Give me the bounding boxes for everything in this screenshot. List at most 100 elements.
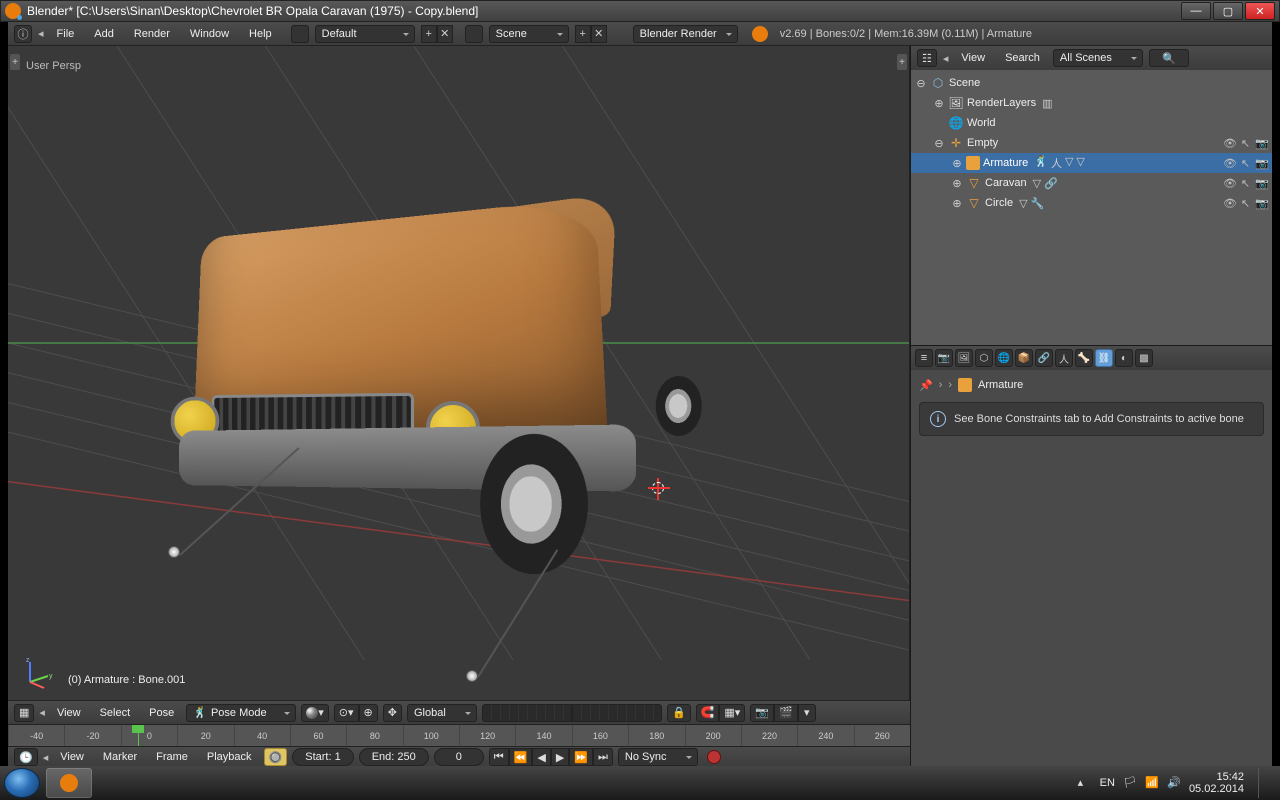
jump-start-button[interactable]: ⏮ bbox=[489, 748, 509, 766]
cursor-icon[interactable]: ↖ bbox=[1239, 137, 1252, 150]
tree-row-caravan[interactable]: ⊕ ▽ Caravan ▽🔗 👁↖📷 bbox=[911, 173, 1272, 193]
tree-toggle[interactable]: ⊕ bbox=[951, 197, 963, 210]
manipulator-toggle[interactable]: ✥ bbox=[383, 704, 402, 722]
frame-end-field[interactable]: End: 250 bbox=[359, 748, 429, 766]
editor-type-timeline-icon[interactable]: 🕒 bbox=[14, 748, 38, 766]
tray-volume-icon[interactable]: 🔊 bbox=[1167, 776, 1181, 790]
prop-tab-renderlayers[interactable]: 🖼 bbox=[955, 349, 973, 367]
pivot-point-dropdown[interactable]: ⊙▾ bbox=[334, 704, 359, 722]
screen-layout-dropdown[interactable]: Default bbox=[315, 25, 415, 43]
editor-type-3dview-icon[interactable]: ▦ bbox=[14, 704, 34, 722]
frame-start-field[interactable]: Start: 1 bbox=[292, 748, 353, 766]
prop-tab-constraints[interactable]: 🔗 bbox=[1035, 349, 1053, 367]
pin-icon[interactable]: 📌 bbox=[919, 379, 933, 392]
layout-delete-button[interactable]: ✕ bbox=[437, 25, 453, 43]
scene-add-button[interactable]: + bbox=[575, 25, 591, 43]
meshdata-icon[interactable]: ▽ bbox=[1033, 177, 1041, 190]
menu-window[interactable]: Window bbox=[183, 28, 236, 40]
outliner-collapse-toggle[interactable]: ◂ bbox=[943, 52, 949, 65]
jump-end-button[interactable]: ⏭ bbox=[593, 748, 613, 766]
show-desktop-button[interactable] bbox=[1258, 768, 1268, 798]
bone-handle-1[interactable] bbox=[168, 546, 180, 558]
render-icon[interactable]: 📷 bbox=[1255, 177, 1268, 190]
prop-tab-armature[interactable]: 人 bbox=[1055, 349, 1073, 367]
outliner-tree[interactable]: ⊖ ⬡ Scene ⊕ 🖼 RenderLayers ▥ 🌐 World bbox=[911, 70, 1272, 345]
timeline-menu-marker[interactable]: Marker bbox=[96, 751, 144, 763]
tray-network-icon[interactable]: 📶 bbox=[1145, 776, 1159, 790]
bone-handle-2[interactable] bbox=[466, 670, 478, 682]
tree-row-armature[interactable]: ⊕ Armature 🕺人▽▽ 👁↖📷 bbox=[911, 153, 1272, 173]
prop-tab-world[interactable]: 🌐 bbox=[995, 349, 1013, 367]
screen-layout-browse-icon[interactable] bbox=[291, 25, 309, 43]
manipulate-center-button[interactable]: ⊕ bbox=[359, 704, 378, 722]
tree-row-world[interactable]: 🌐 World bbox=[911, 113, 1272, 133]
tree-row-empty[interactable]: ⊖ ✛ Empty 👁↖📷 bbox=[911, 133, 1272, 153]
render-icon[interactable]: 📷 bbox=[1255, 157, 1268, 170]
tray-clock[interactable]: 15:42 05.02.2014 bbox=[1189, 771, 1244, 795]
viewport-shading-dropdown[interactable]: ▾ bbox=[301, 704, 329, 722]
mesh-icon[interactable]: ▽ bbox=[1076, 155, 1084, 171]
start-button[interactable] bbox=[4, 768, 40, 798]
snap-toggle[interactable]: 🧲 bbox=[696, 704, 720, 722]
outliner-search-field[interactable]: 🔍 bbox=[1149, 49, 1189, 67]
view3d-menu-select[interactable]: Select bbox=[93, 707, 138, 719]
cursor-icon[interactable]: ↖ bbox=[1239, 177, 1252, 190]
editor-type-outliner-icon[interactable]: ☷ bbox=[917, 49, 937, 67]
tree-toggle[interactable]: ⊕ bbox=[951, 157, 963, 170]
play-reverse-button[interactable]: ◀ bbox=[532, 748, 550, 766]
view3d-menu-view[interactable]: View bbox=[50, 707, 88, 719]
collapse-menus-toggle[interactable]: ◂ bbox=[38, 27, 44, 40]
3d-cursor[interactable] bbox=[648, 478, 670, 500]
key-next-button[interactable]: ⏩ bbox=[569, 748, 593, 766]
timeline-collapse-toggle[interactable]: ◂ bbox=[43, 751, 49, 764]
timeline-ruler[interactable]: -40-200204060801001201401601802002202402… bbox=[8, 725, 910, 747]
prop-tab-texture[interactable]: ▩ bbox=[1135, 349, 1153, 367]
opengl-anim-button[interactable]: 🎬 bbox=[774, 704, 798, 722]
timeline-playhead[interactable] bbox=[138, 725, 139, 746]
window-minimize-button[interactable]: — bbox=[1181, 2, 1211, 20]
tree-toggle[interactable]: ⊖ bbox=[915, 77, 927, 90]
window-maximize-button[interactable]: ▢ bbox=[1213, 2, 1243, 20]
prop-tab-render[interactable]: 📷 bbox=[935, 349, 953, 367]
material-icon[interactable]: 🔧 bbox=[1031, 197, 1045, 210]
tree-row-renderlayers[interactable]: ⊕ 🖼 RenderLayers ▥ bbox=[911, 93, 1272, 113]
eye-icon[interactable]: 👁 bbox=[1223, 137, 1236, 150]
outliner-menu-search[interactable]: Search bbox=[998, 52, 1047, 64]
tree-toggle[interactable]: ⊕ bbox=[951, 177, 963, 190]
transform-orientation-dropdown[interactable]: Global bbox=[407, 704, 477, 722]
prop-tab-material[interactable]: ◐ bbox=[1115, 349, 1133, 367]
prop-tab-scene[interactable]: ⬡ bbox=[975, 349, 993, 367]
opengl-render-button[interactable]: 📷 bbox=[750, 704, 774, 722]
snap-element-dropdown[interactable]: ▦▾ bbox=[719, 704, 745, 722]
mesh-icon[interactable]: ▽ bbox=[1065, 155, 1073, 171]
frame-current-field[interactable]: 0 bbox=[434, 748, 484, 766]
tree-toggle[interactable]: ⊕ bbox=[933, 97, 945, 110]
pose-icon[interactable]: 🕺 bbox=[1034, 155, 1048, 171]
opengl-options-dropdown[interactable]: ▾ bbox=[798, 704, 816, 722]
eye-icon[interactable]: 👁 bbox=[1223, 157, 1236, 170]
prop-tab-bone[interactable]: 🦴 bbox=[1075, 349, 1093, 367]
outliner-display-dropdown[interactable]: All Scenes bbox=[1053, 49, 1143, 67]
menu-file[interactable]: File bbox=[50, 28, 82, 40]
timeline-menu-view[interactable]: View bbox=[53, 751, 91, 763]
3d-viewport[interactable]: + + User Persp bbox=[8, 46, 910, 700]
prop-tab-boneconstraints[interactable]: ⛓ bbox=[1095, 349, 1113, 367]
outliner-menu-view[interactable]: View bbox=[954, 52, 992, 64]
layer-buttons-top[interactable] bbox=[482, 704, 572, 722]
timeline-menu-frame[interactable]: Frame bbox=[149, 751, 195, 763]
meshdata-icon[interactable]: ▽ bbox=[1019, 197, 1027, 210]
eye-icon[interactable]: 👁 bbox=[1223, 177, 1236, 190]
auto-keyframe-toggle[interactable]: 🔘 bbox=[264, 748, 288, 766]
cursor-icon[interactable]: ↖ bbox=[1239, 157, 1252, 170]
render-icon[interactable]: 📷 bbox=[1255, 137, 1268, 150]
auto-key-record-icon[interactable] bbox=[707, 750, 721, 764]
tree-row-circle[interactable]: ⊕ ▽ Circle ▽🔧 👁↖📷 bbox=[911, 193, 1272, 213]
prop-tab-object[interactable]: 📦 bbox=[1015, 349, 1033, 367]
layout-add-button[interactable]: + bbox=[421, 25, 437, 43]
tray-flag-icon[interactable]: 🏳 bbox=[1123, 776, 1137, 790]
tray-language[interactable]: EN bbox=[1100, 777, 1115, 789]
lock-camera-button[interactable]: 🔒 bbox=[667, 704, 691, 722]
window-close-button[interactable]: ✕ bbox=[1245, 2, 1275, 20]
view3d-menu-pose[interactable]: Pose bbox=[142, 707, 181, 719]
menu-add[interactable]: Add bbox=[87, 28, 121, 40]
